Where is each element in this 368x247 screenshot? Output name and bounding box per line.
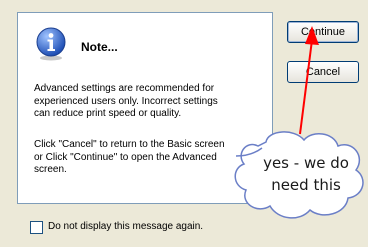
info-icon <box>36 27 66 61</box>
annotation-text: yes - we do need this <box>263 154 349 194</box>
dont-show-again-label: Do not display this message again. <box>48 221 204 232</box>
warning-message: Advanced settings are recommended for ex… <box>34 83 218 119</box>
cancel-button[interactable]: Cancel <box>287 61 359 83</box>
dont-show-again-checkbox[interactable] <box>30 221 43 234</box>
instruction-message: Click "Cancel" to return to the Basic sc… <box>34 139 225 175</box>
dialog-title: Note... <box>81 40 118 54</box>
dialog: Note... Advanced settings are recommende… <box>0 0 368 247</box>
message-panel: Note... Advanced settings are recommende… <box>17 12 273 204</box>
continue-button[interactable]: Continue <box>287 21 359 43</box>
